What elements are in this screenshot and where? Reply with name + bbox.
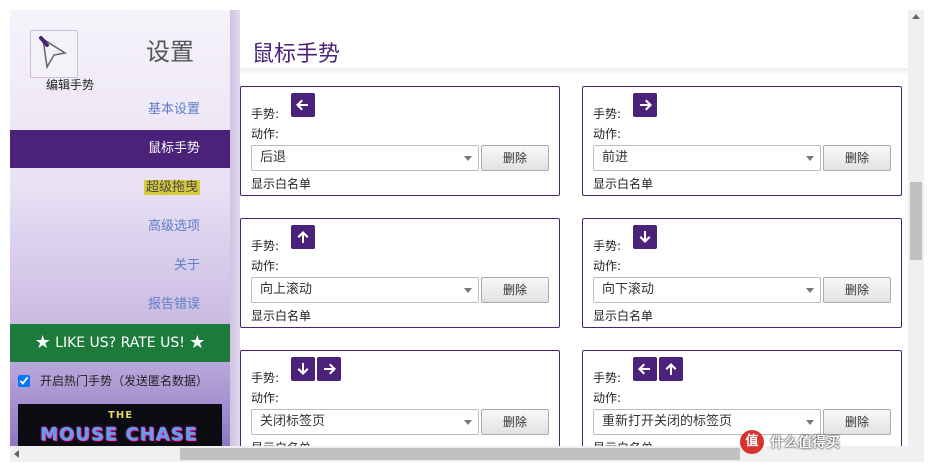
- action-select-value: 关闭标签页: [260, 414, 326, 429]
- hot-gestures-checkbox[interactable]: [18, 374, 30, 387]
- action-select-value: 前进: [602, 150, 629, 165]
- gesture-arrows: [633, 225, 657, 249]
- chevron-down-icon: [464, 288, 472, 293]
- watermark-text: 什么值得买: [770, 435, 840, 451]
- app-window: 设置 编辑手势 基本设置 鼠标手势 超级拖曳 高级选项 关于 报告错误 ★ LI…: [0, 0, 934, 472]
- left-arrow-icon: [633, 357, 657, 381]
- gesture-arrows: [291, 225, 315, 249]
- promo-line2: MOUSE CHASE: [40, 424, 198, 445]
- action-select[interactable]: 向上滚动: [251, 277, 479, 303]
- hot-gestures-option[interactable]: 开启热门手势（发送匿名数据）: [18, 372, 208, 389]
- gesture-card: 手势: 动作: 后退 删除 显示白名单: [240, 86, 560, 196]
- delete-button[interactable]: 删除: [481, 277, 549, 303]
- scroll-up-arrow-icon[interactable]: [912, 14, 920, 19]
- delete-button[interactable]: 删除: [481, 145, 549, 171]
- hot-gestures-label: 开启热门手势（发送匿名数据）: [40, 374, 209, 388]
- title-divider: [240, 68, 908, 76]
- delete-button[interactable]: 删除: [823, 145, 891, 171]
- app-logo: [30, 30, 78, 78]
- gesture-card: 手势: 动作: 向下滚动 删除 显示白名单: [582, 218, 902, 328]
- show-whitelist-link[interactable]: 显示白名单: [593, 307, 653, 324]
- chevron-down-icon: [464, 156, 472, 161]
- cursor-icon: [39, 36, 68, 70]
- gesture-label: 手势:: [251, 107, 280, 121]
- page-title: 鼠标手势: [252, 42, 341, 67]
- scroll-left-arrow-icon[interactable]: [14, 450, 19, 458]
- show-whitelist-link[interactable]: 显示白名单: [251, 307, 311, 324]
- gesture-arrows: [291, 93, 315, 117]
- chevron-down-icon: [464, 420, 472, 425]
- gesture-card: 手势: 动作: 向上滚动 删除 显示白名单: [240, 218, 560, 328]
- action-select[interactable]: 关闭标签页: [251, 409, 479, 435]
- show-whitelist-link[interactable]: 显示白名单: [251, 175, 311, 192]
- action-select-value: 后退: [260, 150, 287, 165]
- delete-button[interactable]: 删除: [481, 409, 549, 435]
- action-select-value: 重新打开关闭的标签页: [602, 414, 733, 429]
- nav-label: 关于: [173, 258, 200, 273]
- gesture-arrows: [633, 93, 657, 117]
- action-select-value: 向下滚动: [602, 282, 655, 297]
- watermark: 值 什么值得买: [740, 428, 926, 456]
- main-panel: 鼠标手势 手势: 动作: 后退 删除 显示白名单 手势: 动作: 前进 删除 显…: [240, 10, 908, 446]
- gesture-card: 手势: 动作: 前进 删除 显示白名单: [582, 86, 902, 196]
- action-label: 动作:: [593, 127, 622, 141]
- rate-label: LIKE US? RATE US!: [55, 335, 185, 351]
- show-whitelist-link[interactable]: 显示白名单: [251, 439, 311, 446]
- action-label: 动作:: [593, 259, 622, 273]
- action-label: 动作:: [251, 127, 280, 141]
- nav-label: 报告错误: [147, 297, 200, 312]
- action-select-value: 向上滚动: [260, 282, 313, 297]
- up-arrow-icon: [291, 225, 315, 249]
- chevron-down-icon: [806, 156, 814, 161]
- watermark-logo: 值: [740, 430, 764, 454]
- nav-super-drag[interactable]: 超级拖曳: [10, 169, 230, 207]
- right-arrow-icon: [633, 93, 657, 117]
- gesture-label: 手势:: [593, 371, 622, 385]
- gesture-label: 手势:: [593, 107, 622, 121]
- promo-banner[interactable]: THE MOUSE CHASE: [18, 404, 222, 446]
- show-whitelist-link[interactable]: 显示白名单: [593, 439, 653, 446]
- down-arrow-icon: [633, 225, 657, 249]
- action-label: 动作:: [251, 259, 280, 273]
- horizontal-scroll-thumb[interactable]: [180, 448, 740, 460]
- show-whitelist-link[interactable]: 显示白名单: [593, 175, 653, 192]
- vertical-scroll-thumb[interactable]: [910, 182, 922, 260]
- gesture-arrows: [633, 357, 683, 381]
- chevron-down-icon: [806, 288, 814, 293]
- right-arrow-icon: [317, 357, 341, 381]
- nav-label: 基本设置: [147, 102, 200, 117]
- action-select[interactable]: 后退: [251, 145, 479, 171]
- down-arrow-icon: [291, 357, 315, 381]
- sidebar: 设置 编辑手势 基本设置 鼠标手势 超级拖曳 高级选项 关于 报告错误 ★ LI…: [10, 10, 230, 446]
- left-arrow-icon: [291, 93, 315, 117]
- gesture-label: 手势:: [251, 239, 280, 253]
- nav-about[interactable]: 关于: [10, 247, 230, 285]
- gesture-arrows: [291, 357, 341, 381]
- nav-basic-settings[interactable]: 基本设置: [10, 91, 230, 129]
- action-label: 动作:: [251, 391, 280, 405]
- vertical-scrollbar[interactable]: [908, 10, 924, 446]
- star-icon: ★: [34, 332, 51, 353]
- up-arrow-icon: [659, 357, 683, 381]
- action-select[interactable]: 前进: [593, 145, 821, 171]
- promo-line1: THE: [108, 410, 134, 421]
- action-label: 动作:: [593, 391, 622, 405]
- nav-report-bug[interactable]: 报告错误: [10, 286, 230, 324]
- gesture-card: 手势: 动作: 关闭标签页 删除 显示白名单: [240, 350, 560, 446]
- nav-mouse-gestures[interactable]: 鼠标手势: [10, 130, 230, 168]
- action-select[interactable]: 向下滚动: [593, 277, 821, 303]
- rate-us-button[interactable]: ★ LIKE US? RATE US! ★: [10, 324, 230, 362]
- gesture-label: 手势:: [251, 371, 280, 385]
- delete-button[interactable]: 删除: [823, 277, 891, 303]
- nav-label: 高级选项: [147, 219, 200, 234]
- chevron-down-icon: [806, 420, 814, 425]
- sidebar-title: 设置: [146, 38, 194, 66]
- nav-label: 鼠标手势: [147, 141, 200, 156]
- star-icon: ★: [189, 332, 206, 353]
- gesture-label: 手势:: [593, 239, 622, 253]
- nav-advanced[interactable]: 高级选项: [10, 208, 230, 246]
- nav-label: 超级拖曳: [143, 180, 200, 195]
